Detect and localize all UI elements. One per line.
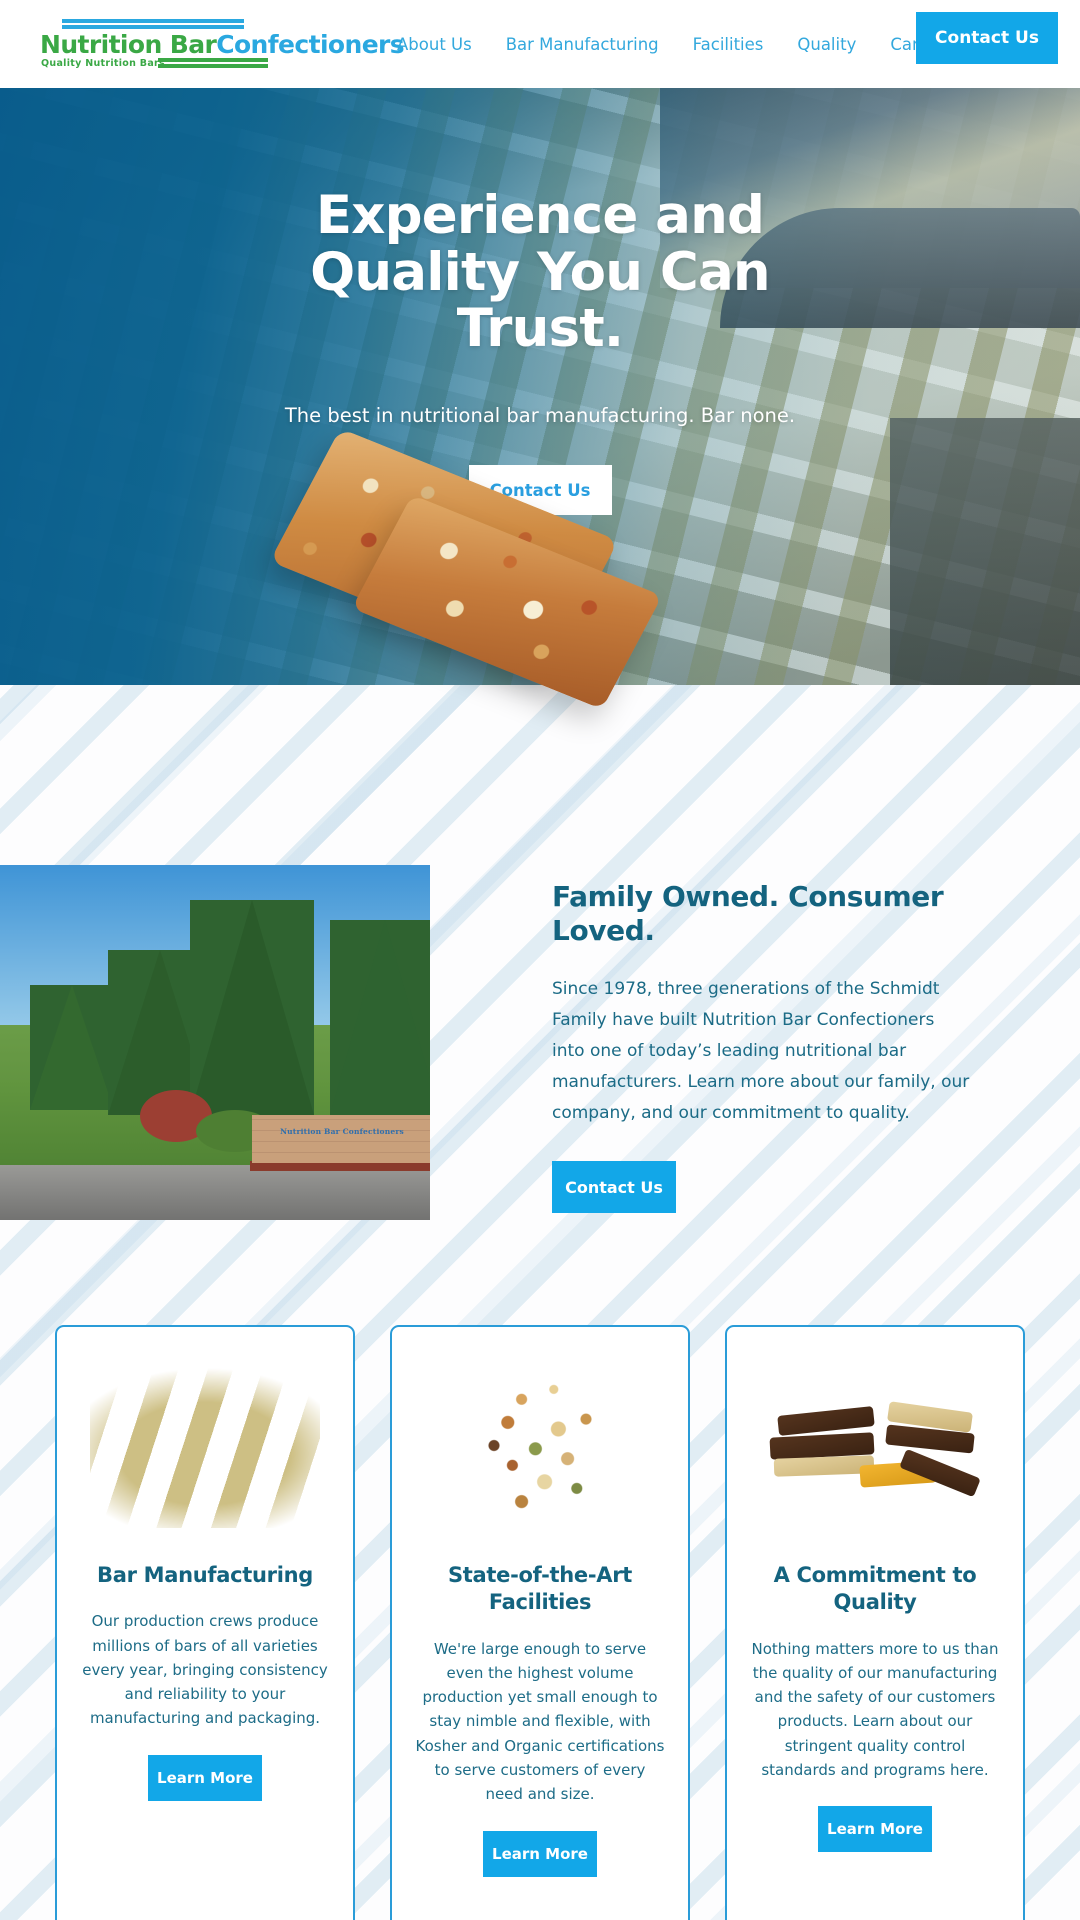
header-contact-us-button[interactable]: Contact Us: [916, 12, 1058, 64]
logo-word-nutrition-bar: Nutrition Bar: [40, 30, 217, 59]
feature-card-bar-manufacturing[interactable]: Bar Manufacturing Our production crews p…: [55, 1325, 355, 1920]
hero-product-bar-image: [269, 428, 663, 710]
nav-item-quality[interactable]: Quality: [780, 35, 873, 54]
feature-card-quality[interactable]: A Commitment to Quality Nothing matters …: [725, 1325, 1025, 1920]
about-contact-us-button[interactable]: Contact Us: [552, 1161, 676, 1213]
about-campus-photo: Nutrition Bar Confectioners: [0, 865, 430, 1220]
hero-subheadline: The best in nutritional bar manufacturin…: [284, 404, 796, 428]
photo-road: [0, 1165, 430, 1220]
photo-tree: [190, 900, 314, 1115]
card-body: Nothing matters more to us than the qual…: [751, 1639, 999, 1780]
photo-tree: [30, 985, 114, 1110]
feature-card-facilities[interactable]: State-of-the-Art Facilities We're large …: [390, 1325, 690, 1920]
feature-cards-row: Bar Manufacturing Our production crews p…: [0, 1325, 1080, 1920]
card-learn-more-button[interactable]: Learn More: [483, 1830, 597, 1877]
card-title: Bar Manufacturing: [97, 1563, 313, 1587]
about-paragraph: Since 1978, three generations of the Sch…: [552, 979, 970, 1124]
site-logo[interactable]: Nutrition BarConfectioners Quality Nutri…: [22, 14, 405, 72]
logo-accent-bar-bottom2: [158, 64, 268, 68]
card-learn-more-button[interactable]: Learn More: [818, 1806, 932, 1853]
nav-item-about-us[interactable]: About Us: [380, 35, 489, 54]
logo-accent-bar-top2: [62, 25, 244, 29]
nav-item-facilities[interactable]: Facilities: [676, 35, 781, 54]
about-text-block: Family Owned. Consumer Loved. Since 1978…: [552, 880, 972, 1213]
logo-wordmark: Nutrition BarConfectioners: [40, 30, 405, 59]
card-image-bars-rows: [90, 1363, 320, 1528]
logo-word-confectioners: Confectioners: [216, 30, 405, 59]
card-title: State-of-the-Art Facilities: [447, 1563, 633, 1615]
logo-tagline: Quality Nutrition Bars: [41, 58, 165, 69]
logo-accent-bar-bottom: [158, 58, 268, 62]
nav-item-bar-manufacturing[interactable]: Bar Manufacturing: [489, 35, 676, 54]
card-learn-more-button[interactable]: Learn More: [148, 1754, 262, 1801]
photo-tree: [330, 920, 430, 1115]
photo-sign-text: Nutrition Bar Confectioners: [280, 1127, 404, 1136]
about-heading: Family Owned. Consumer Loved.: [552, 880, 944, 948]
card-body: Our production crews produce millions of…: [82, 1612, 328, 1728]
card-bar: [777, 1406, 875, 1436]
logo-accent-bar-top: [62, 19, 244, 23]
main-navigation: About Us Bar Manufacturing Facilities Qu…: [380, 0, 971, 88]
photo-brick-sign: [252, 1115, 430, 1163]
card-body: We're large enough to serve even the hig…: [415, 1639, 665, 1804]
card-image-ingredients-pile: [425, 1363, 655, 1528]
card-image-chocolate-bars: [760, 1363, 990, 1528]
card-title: A Commitment to Quality: [773, 1563, 977, 1615]
site-header: Nutrition BarConfectioners Quality Nutri…: [0, 0, 1080, 88]
hero-headline: Experience and Quality You Can Trust.: [310, 185, 771, 360]
